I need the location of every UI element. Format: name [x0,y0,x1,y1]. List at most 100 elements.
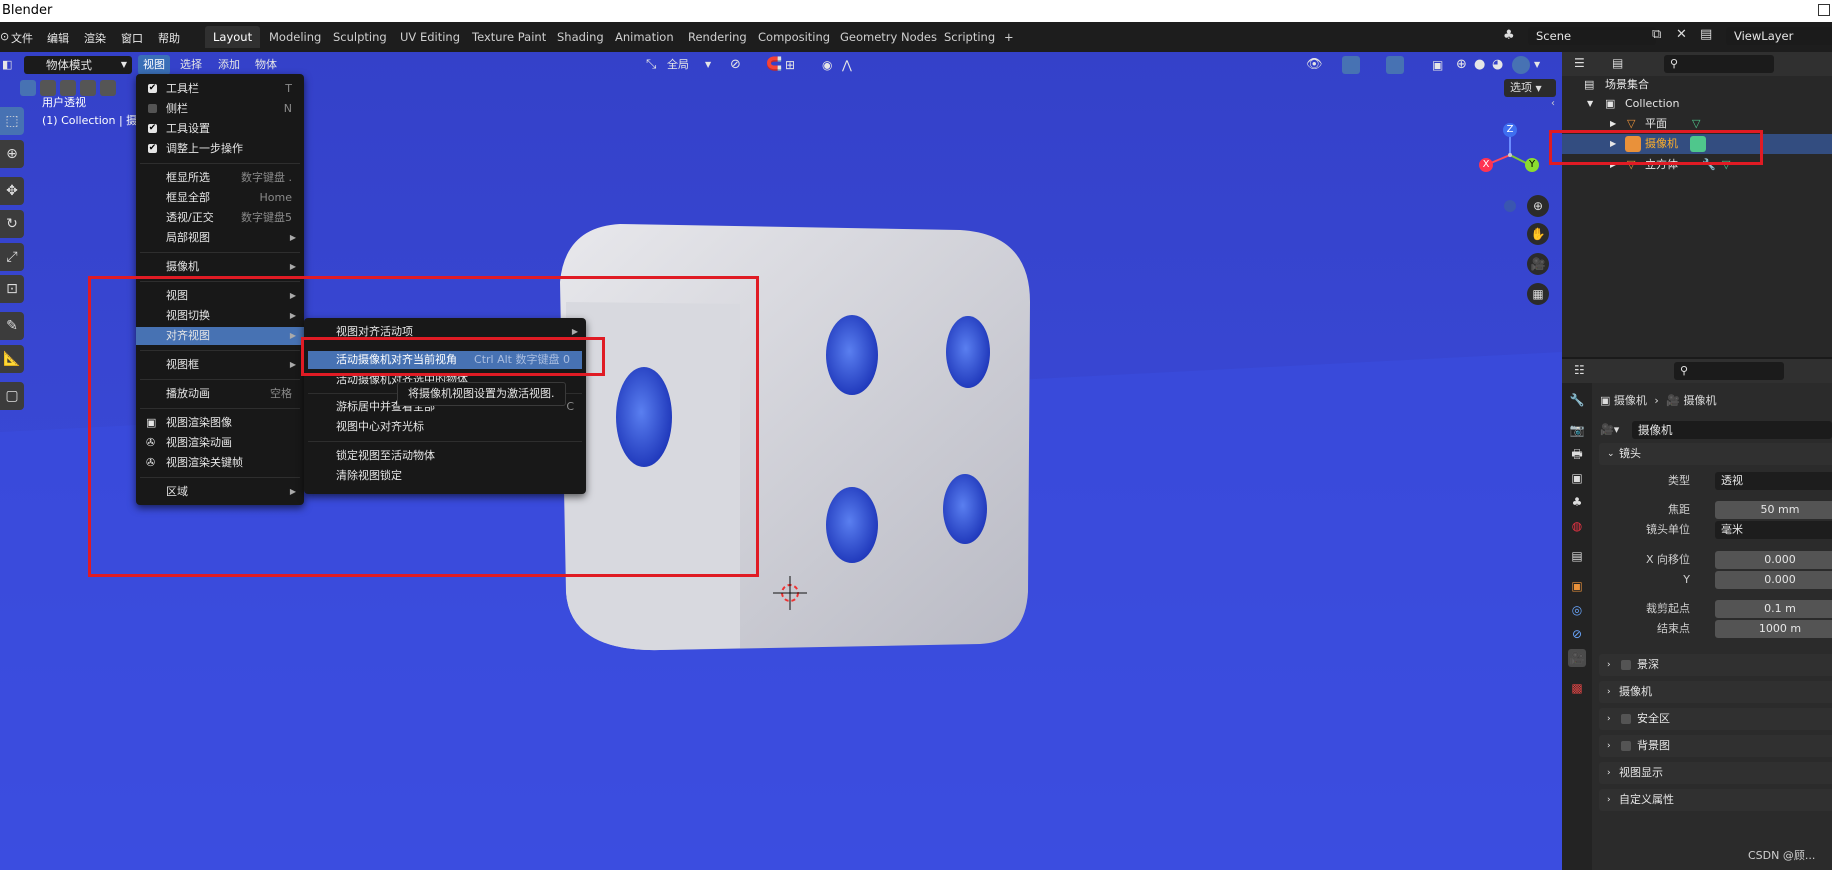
menu-view[interactable]: 视图 [138,55,170,75]
tab-geometry-nodes[interactable]: Geometry Nodes [832,26,945,48]
restore-window-icon[interactable] [1818,4,1830,16]
wireframe-shading-icon[interactable]: ⊕ [1456,55,1467,75]
pan-hand-icon[interactable]: ✋ [1527,223,1549,245]
viewport-display-panel-header[interactable]: › 视图显示 [1599,762,1832,784]
solid-shading-icon[interactable]: ● [1474,55,1485,75]
xray-icon[interactable]: ▣ [1432,55,1443,75]
annotate-tool-icon[interactable]: ✎ [0,312,24,340]
rotate-tool-icon[interactable]: ↻ [0,210,24,238]
tab-sculpting[interactable]: Sculpting [325,26,395,48]
menu-object[interactable]: 物体 [255,55,277,75]
outliner-scene-collection[interactable]: ▤ 场景集合 [1562,75,1832,95]
outliner-collection[interactable]: ▼ ▣ Collection [1562,94,1832,114]
overlay-toggle-icon[interactable] [1386,56,1404,74]
camera-data-tab-icon[interactable]: 🎥 [1568,649,1586,667]
transform-orientation-icon[interactable]: ⤡ [646,55,656,75]
safe-areas-checkbox[interactable] [1621,714,1631,724]
view-menu-tool-settings[interactable]: ✔ 工具设置 [136,120,304,138]
render-tab-icon[interactable]: 📷 [1568,421,1586,439]
zoom-icon[interactable]: ⊕ [1527,195,1549,217]
tab-texture-paint[interactable]: Texture Paint [464,26,554,48]
add-cube-tool-icon[interactable]: ▢ [0,382,24,410]
dof-panel-header[interactable]: › 景深 [1599,654,1832,676]
outliner-editor-icon[interactable]: ☰ [1574,56,1585,70]
scene-icon[interactable]: ♣ [1503,28,1515,43]
snap-target-icon[interactable]: ⊞ [785,55,795,75]
tab-compositing[interactable]: Compositing [750,26,838,48]
background-images-checkbox[interactable] [1621,741,1631,751]
gizmo-toggle-icon[interactable] [1342,56,1360,74]
tab-rendering[interactable]: Rendering [680,26,755,48]
select-new-icon[interactable] [20,80,36,96]
view-menu-cameras[interactable]: 摄像机 ▶ [136,258,304,276]
move-tool-icon[interactable]: ✥ [0,177,24,205]
clip-end-field[interactable]: 1000 m [1715,620,1832,638]
transform-tool-icon[interactable]: ⊡ [0,275,24,303]
display-mode-icon[interactable]: ▤ [1612,56,1623,70]
tool-tab-icon[interactable]: 🔧 [1568,391,1586,409]
lens-panel-header[interactable]: ⌄ 镜头 [1599,443,1832,465]
scene-field[interactable]: Scene [1528,27,1656,45]
custom-properties-panel-header[interactable]: › 自定义属性 [1599,789,1832,811]
tab-shading[interactable]: Shading [549,26,612,48]
falloff-icon[interactable]: ⋀ [842,55,852,75]
properties-search-input[interactable]: ⚲ [1674,362,1784,380]
material-shading-icon[interactable]: ◕ [1492,55,1503,75]
visibility-icon[interactable]: 👁 [1306,55,1323,75]
properties-editor-icon[interactable]: ☷ [1574,363,1585,377]
select-intersect-icon[interactable] [100,80,116,96]
view-layer-icon[interactable]: ▤ [1700,27,1712,42]
lens-type-select[interactable]: 透视 [1715,472,1832,490]
snap-icon[interactable]: 🧲 [766,55,782,75]
camera-view-icon[interactable]: 🎥 [1527,253,1549,275]
menu-add[interactable]: 添加 [218,55,240,75]
tab-scripting[interactable]: Scripting [936,26,1003,48]
camera-panel-header[interactable]: › 摄像机 [1599,681,1832,703]
shading-chevron-icon[interactable]: ▼ [1534,55,1540,75]
lens-unit-select[interactable]: 毫米 [1715,521,1832,539]
ortho-grid-icon[interactable]: ▦ [1527,283,1549,305]
menu-help[interactable]: 帮助 [158,30,180,46]
options-dropdown[interactable]: 选项 ▼ [1504,79,1556,97]
tab-animation[interactable]: Animation [607,26,682,48]
add-workspace-button[interactable]: + [996,26,1022,48]
safe-areas-panel-header[interactable]: › 安全区 [1599,708,1832,730]
background-images-panel-header[interactable]: › 背景图 [1599,735,1832,757]
view-menu-toolbar[interactable]: ✔ 工具栏 T [136,80,304,98]
clip-start-field[interactable]: 0.1 m [1715,600,1832,618]
view-menu-frame-all[interactable]: 框显全部 Home [136,189,304,207]
view-menu-local-view[interactable]: 局部视图 ▶ [136,229,304,247]
datablock-name-field[interactable]: 摄像机 [1632,421,1832,439]
tab-layout[interactable]: Layout [205,26,261,48]
menu-window[interactable]: 窗口 [121,30,143,46]
proportional-edit-icon[interactable]: ◉ [822,55,832,75]
view-menu-sidebar[interactable]: 侧栏 N [136,100,304,118]
tab-uv-editing[interactable]: UV Editing [392,26,468,48]
orientation-chevron-icon[interactable]: ▼ [705,55,711,75]
scale-tool-icon[interactable]: ⤢ [0,243,24,271]
focal-length-field[interactable]: 50 mm [1715,501,1832,519]
pivot-point-icon[interactable]: ⊘ [730,55,741,75]
remove-scene-icon[interactable]: ✕ [1676,27,1687,42]
menu-file[interactable]: 文件 [11,30,33,46]
datablock-type-icon[interactable]: 🎥▾ [1600,421,1628,439]
menu-edit[interactable]: 编辑 [47,30,69,46]
3d-viewport[interactable]: ◧ 物体模式 ▼ 视图 选择 添加 物体 ⤡ 全局 ▼ ⊘ 🧲 ⊞ ◉ ⋀ 👁 … [0,52,1562,870]
expand-arrow-icon[interactable]: ▼ [1587,94,1593,114]
navigation-gizmo[interactable]: Z X Y [1470,110,1562,230]
transform-orientation-select[interactable]: 全局 [667,55,689,75]
outliner-search-input[interactable]: ⚲ [1664,55,1774,73]
texture-tab-icon[interactable]: ▩ [1568,679,1586,697]
editor-type-icon[interactable]: ◧ [2,55,12,75]
mode-select[interactable]: 物体模式 ▼ [24,56,132,74]
view-layer-field[interactable]: ViewLayer [1726,27,1832,45]
shift-x-field[interactable]: 0.000 [1715,551,1832,569]
blender-logo-icon[interactable]: ⊙ [0,30,9,43]
shift-y-field[interactable]: 0.000 [1715,571,1832,589]
output-tab-icon[interactable]: 🖶 [1568,445,1586,463]
cursor-tool-icon[interactable]: ⊕ [0,140,24,168]
gizmo-x[interactable]: X [1479,158,1493,172]
view-menu-adjust-last[interactable]: ✔ 调整上一步操作 [136,140,304,158]
new-scene-icon[interactable]: ⧉ [1652,27,1661,42]
view-menu-persp-ortho[interactable]: 透视/正交 数字键盘5 [136,209,304,227]
